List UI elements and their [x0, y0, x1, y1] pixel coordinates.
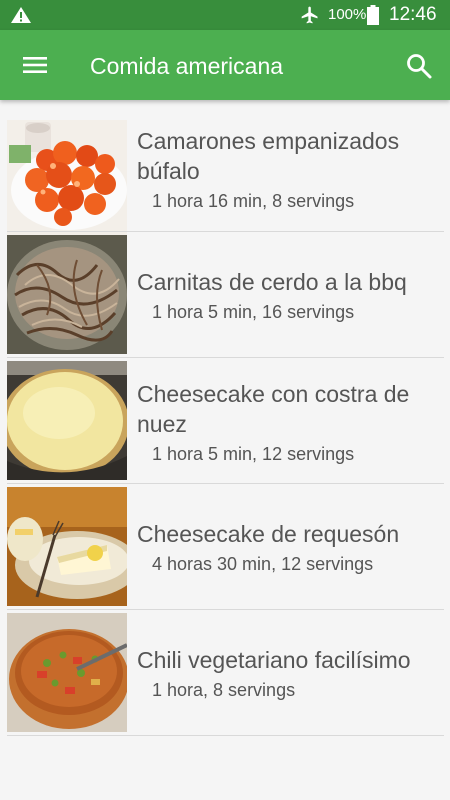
recipe-meta: 1 hora 5 min, 12 servings — [152, 444, 355, 464]
recipe-item-camarones[interactable]: Camarones empanizados búfalo 1 hora 16 m… — [0, 120, 450, 240]
recipe-title-line2: nuez — [137, 411, 187, 437]
recipe-thumbnail — [7, 235, 127, 354]
app-bar: Comida americana — [0, 30, 450, 100]
status-bar: 100% 12:46 — [0, 0, 450, 30]
search-icon[interactable] — [404, 51, 434, 81]
recipe-thumbnail — [7, 487, 127, 606]
battery-percent: 100% — [328, 6, 367, 23]
battery-icon — [367, 5, 379, 25]
page-title: Comida americana — [90, 53, 284, 79]
divider — [7, 735, 444, 736]
divider — [7, 231, 444, 232]
recipe-meta: 1 hora, 8 servings — [152, 680, 296, 700]
recipe-title: Carnitas de cerdo a la bbq — [137, 269, 407, 295]
clock: 12:46 — [389, 4, 437, 25]
recipe-item-carnitas[interactable]: Carnitas de cerdo a la bbq 1 hora 5 min,… — [0, 235, 450, 355]
recipe-title-line2: búfalo — [137, 158, 200, 184]
menu-icon[interactable] — [20, 52, 50, 78]
recipe-title: Cheesecake de requesón — [137, 521, 400, 547]
recipe-title: Camarones empanizados — [137, 128, 400, 154]
recipe-item-cheesecake-requeson[interactable]: Cheesecake de requesón 4 horas 30 min, 1… — [0, 487, 450, 607]
recipe-item-cheesecake-nuez[interactable]: Cheesecake con costra de nuez 1 hora 5 m… — [0, 361, 450, 481]
divider — [7, 609, 444, 610]
recipe-meta: 4 horas 30 min, 12 servings — [152, 554, 374, 574]
warning-icon — [11, 7, 31, 23]
recipe-title: Cheesecake con costra de — [137, 381, 410, 407]
recipe-title: Chili vegetariano facilísimo — [137, 647, 411, 673]
airplane-mode-icon — [301, 6, 318, 24]
recipe-thumbnail — [7, 361, 127, 480]
recipe-thumbnail — [7, 120, 127, 239]
recipe-meta: 1 hora 5 min, 16 servings — [152, 302, 355, 322]
recipe-thumbnail — [7, 613, 127, 732]
divider — [7, 357, 444, 358]
recipe-meta: 1 hora 16 min, 8 servings — [152, 191, 355, 211]
recipe-item-chili[interactable]: Chili vegetariano facilísimo 1 hora, 8 s… — [0, 613, 450, 733]
divider — [7, 483, 444, 484]
